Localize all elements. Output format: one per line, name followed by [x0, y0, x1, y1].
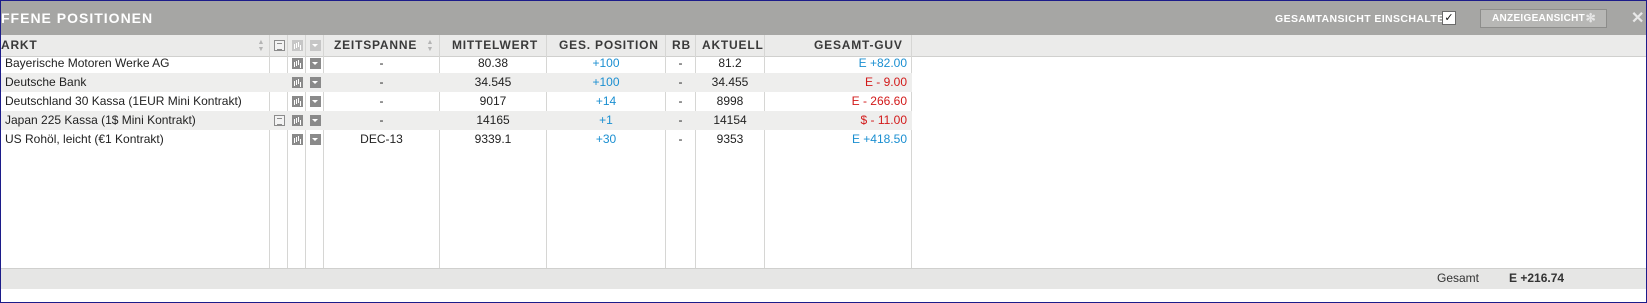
column-header-markt[interactable]: ARKT [1, 35, 38, 56]
column-header-zeitspanne[interactable]: ZEITSPANNE [334, 35, 417, 56]
sort-arrows-icon[interactable]: ▲ ▼ [257, 39, 265, 53]
dropdown-icon[interactable] [310, 40, 321, 51]
table-row[interactable]: US Rohöl, leicht (€1 Kontrakt) DEC-13 9339… [1, 130, 912, 149]
chart-icon[interactable] [292, 115, 303, 126]
market-name: Deutsche Bank [5, 75, 87, 89]
position-value: +30 [595, 132, 617, 146]
dropdown-icon[interactable] [310, 115, 321, 126]
table-row[interactable]: Deutsche Bank - 34.545 +100 - 34.455 E - 9.00 [1, 73, 912, 92]
total-view-toggle-label: GESAMTANSICHT EINSCHALTEN [1275, 13, 1453, 25]
dropdown-icon[interactable] [310, 58, 321, 69]
close-icon[interactable]: ✕ [1631, 8, 1644, 28]
total-value: E +216.74 [1509, 271, 1565, 285]
rb-value: - [678, 113, 683, 127]
aktuell-value: 81.2 [718, 56, 742, 70]
chart-icon[interactable] [292, 58, 303, 69]
rb-value: - [678, 56, 683, 70]
mittelwert-value: 14165 [476, 113, 510, 127]
dropdown-icon[interactable] [310, 77, 321, 88]
open-positions-window: FFENE POSITIONEN GESAMTANSICHT EINSCHALT… [0, 0, 1647, 303]
chart-icon[interactable] [292, 134, 303, 145]
guv-value: $ - 11.00 [860, 113, 907, 127]
aktuell-value: 14154 [713, 113, 747, 127]
chart-icon[interactable] [292, 40, 303, 51]
column-header-gesamt-guv[interactable]: GESAMT-GUV [814, 35, 903, 56]
table-footer: Gesamt E +216.74 [1, 268, 1646, 289]
market-name: Deutschland 30 Kassa (1EUR Mini Kontrakt… [5, 94, 242, 108]
position-value: +14 [595, 94, 617, 108]
gear-icon: ✻ [1585, 11, 1596, 25]
zeitspanne-value: - [379, 56, 384, 70]
column-header-ges-position[interactable]: GES. POSITION [559, 35, 659, 56]
sort-arrows-icon[interactable]: ▲ ▼ [426, 39, 434, 53]
chart-icon[interactable] [292, 77, 303, 88]
table-row[interactable]: Japan 225 Kassa (1$ Mini Kontrakt) - 14165… [1, 111, 912, 130]
column-header-aktuell[interactable]: AKTUELL [702, 35, 764, 56]
rb-value: - [678, 75, 683, 89]
aktuell-value: 34.455 [711, 75, 749, 89]
chart-icon[interactable] [292, 96, 303, 107]
document-icon[interactable] [274, 115, 285, 126]
window-title: FFENE POSITIONEN [1, 10, 154, 26]
rb-value: - [678, 94, 683, 108]
mittelwert-value: 80.38 [477, 56, 509, 70]
document-icon[interactable] [274, 40, 285, 51]
zeitspanne-value: - [379, 113, 384, 127]
aktuell-value: 8998 [716, 94, 744, 108]
zeitspanne-value: - [379, 94, 384, 108]
display-view-button-label: ANZEIGEANSICHT [1492, 13, 1586, 24]
aktuell-value: 9353 [716, 132, 744, 146]
position-value: +100 [592, 75, 620, 89]
guv-value: E - 9.00 [864, 75, 907, 89]
zeitspanne-value: DEC-13 [360, 132, 403, 146]
market-name: US Rohöl, leicht (€1 Kontrakt) [5, 132, 164, 146]
column-header-rb[interactable]: RB [672, 35, 691, 56]
table-row[interactable]: Deutschland 30 Kassa (1EUR Mini Kontrakt… [1, 92, 912, 111]
guv-value: E +418.50 [851, 132, 907, 146]
dropdown-icon[interactable] [310, 134, 321, 145]
guv-value: E - 266.60 [851, 94, 907, 108]
market-name: Japan 225 Kassa (1$ Mini Kontrakt) [5, 113, 196, 127]
display-view-button[interactable]: ANZEIGEANSICHT ✻ [1480, 9, 1607, 28]
rb-value: - [678, 132, 683, 146]
position-value: +1 [599, 113, 613, 127]
table-row[interactable]: Bayerische Motoren Werke AG - 80.38 +100 - 81… [1, 54, 912, 73]
title-bar: FFENE POSITIONEN GESAMTANSICHT EINSCHALT… [1, 1, 1646, 36]
mittelwert-value: 9017 [479, 94, 507, 108]
zeitspanne-value: - [379, 75, 384, 89]
market-name: Bayerische Motoren Werke AG [5, 56, 170, 70]
total-label: Gesamt [1437, 271, 1480, 285]
position-value: +100 [592, 56, 620, 70]
guv-value: E +82.00 [858, 56, 907, 70]
total-view-checkbox[interactable]: ✓ [1442, 11, 1456, 25]
column-header-mittelwert[interactable]: MITTELWERT [452, 35, 538, 56]
mittelwert-value: 9339.1 [474, 132, 512, 146]
dropdown-icon[interactable] [310, 96, 321, 107]
mittelwert-value: 34.545 [474, 75, 512, 89]
